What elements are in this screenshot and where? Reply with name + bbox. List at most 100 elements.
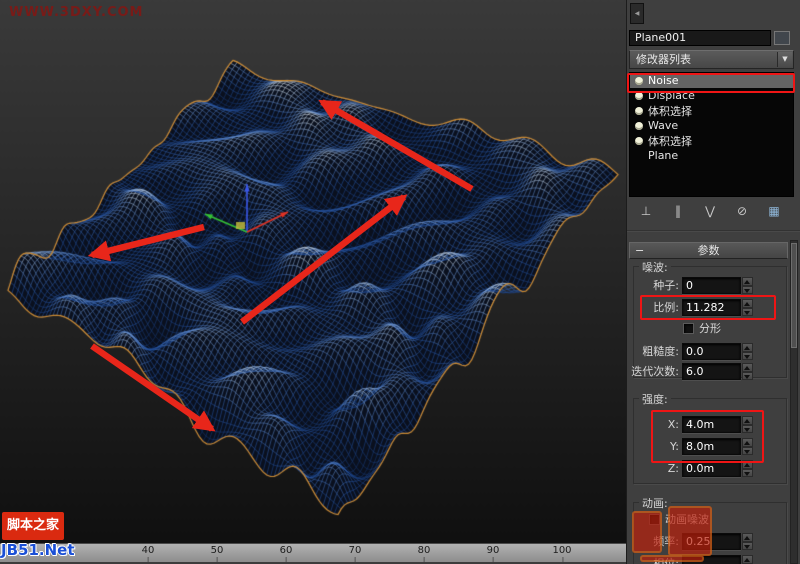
strength-group-label: 强度: [639, 391, 671, 407]
animate-noise-label: 动画噪波 [665, 513, 709, 526]
seed-label: 种子: [653, 279, 679, 292]
phase-input[interactable] [682, 555, 741, 564]
make-unique-icon: ⋁ [705, 204, 715, 218]
spinner-up-icon [742, 363, 753, 372]
strength-y-spinner[interactable] [742, 438, 753, 455]
pin-stack-button[interactable]: ⊥ [633, 201, 659, 221]
viewport-canvas[interactable] [0, 0, 626, 543]
modifier-row-wave[interactable]: Wave [630, 118, 793, 133]
app-window: WWW.3DXY.COM 40 50 60 70 80 90 100 ◀ Pla… [0, 0, 800, 564]
object-name-field[interactable]: Plane001 [629, 30, 771, 46]
jb51-logo-text: 脚本之家 [2, 512, 64, 540]
iterations-input[interactable]: 6.0 [682, 363, 741, 380]
spinner-up-icon [742, 343, 753, 352]
base-object-row-plane[interactable]: Plane [630, 148, 793, 163]
modifier-row-volselect-2[interactable]: 体积选择 [630, 133, 793, 148]
jb51-logo: 脚本之家 JB51.Net [0, 510, 90, 564]
timeline-tick: 60 [279, 545, 293, 562]
make-unique-button[interactable]: ⋁ [697, 201, 723, 221]
spinner-down-icon [742, 446, 753, 455]
fractal-checkbox[interactable] [683, 323, 694, 334]
panel-divider [627, 230, 800, 232]
spinner-up-icon [742, 277, 753, 286]
strength-x-input[interactable]: 4.0m [682, 416, 741, 433]
frequency-label: 频率: [653, 535, 679, 548]
parameters-rollout-header[interactable]: − 参数 [629, 242, 788, 259]
timeline-tick: 40 [141, 545, 155, 562]
frequency-spinner[interactable] [742, 533, 753, 550]
trash-icon: ⊘ [736, 204, 748, 218]
timeline-tick: 100 [552, 545, 572, 562]
scale-label: 比例: [653, 301, 679, 314]
seed-input[interactable]: 0 [682, 277, 741, 294]
timeline-ruler[interactable]: 40 50 60 70 80 90 100 [0, 543, 626, 562]
spinner-up-icon [742, 533, 753, 542]
bulb-icon[interactable] [635, 136, 643, 145]
spinner-down-icon [742, 541, 753, 550]
spinner-down-icon [742, 468, 753, 477]
strength-x-label: X: [667, 418, 679, 431]
frequency-input[interactable]: 0.25 [682, 533, 741, 550]
show-end-result-icon: ‖ [675, 204, 681, 218]
configure-modifier-sets-button[interactable]: ▦ [761, 201, 787, 221]
site-watermark: WWW.3DXY.COM [9, 5, 144, 20]
modifier-row-volselect-1[interactable]: 体积选择 [630, 103, 793, 118]
spinner-up-icon [742, 416, 753, 425]
remove-modifier-button[interactable]: ⊘ [729, 201, 755, 221]
timeline-tick: 90 [486, 545, 500, 562]
modifier-stack: Noise Displace 体积选择 Wave 体积选择 Plane [629, 72, 794, 197]
strength-z-label: Z: [667, 462, 679, 475]
roughness-label: 粗糙度: [642, 345, 679, 358]
bulb-icon[interactable] [635, 91, 643, 100]
panel-scrollbar-thumb[interactable] [791, 243, 797, 348]
seed-spinner[interactable] [742, 277, 753, 294]
viewport[interactable]: WWW.3DXY.COM [0, 0, 626, 543]
roughness-input[interactable]: 0.0 [682, 343, 741, 360]
scale-spinner[interactable] [742, 299, 753, 316]
strength-z-spinner[interactable] [742, 460, 753, 477]
iterations-spinner[interactable] [742, 363, 753, 380]
object-color-swatch[interactable] [774, 31, 790, 45]
timeline-tick: 50 [210, 545, 224, 562]
pin-icon: ⊥ [640, 204, 652, 218]
strength-x-spinner[interactable] [742, 416, 753, 433]
command-panel: ◀ Plane001 修改器列表 ▼ Noise Displace 体积选择 W… [626, 0, 800, 564]
modifier-row-noise[interactable]: Noise [630, 73, 793, 88]
bulb-icon[interactable] [635, 106, 643, 115]
show-end-result-button[interactable]: ‖ [665, 201, 691, 221]
configure-sets-icon: ▦ [768, 204, 780, 218]
fractal-label: 分形 [699, 322, 721, 335]
phase-spinner[interactable] [742, 555, 753, 564]
panel-scrollbar[interactable] [790, 240, 798, 564]
timeline-tick: 80 [417, 545, 431, 562]
noise-group-label: 噪波: [639, 259, 671, 275]
stack-toolbar: ⊥ ‖ ⋁ ⊘ ▦ [629, 199, 794, 223]
bulb-icon[interactable] [635, 76, 643, 85]
spinner-down-icon [742, 371, 753, 380]
iterations-label: 迭代次数: [631, 365, 679, 378]
spinner-up-icon [742, 555, 753, 564]
scale-input[interactable]: 11.282 [682, 299, 741, 316]
chevron-down-icon[interactable]: ▼ [777, 52, 792, 67]
modifier-list-dropdown[interactable]: 修改器列表 ▼ [629, 50, 794, 69]
animate-noise-checkbox[interactable] [649, 514, 660, 525]
timeline-tick: 70 [348, 545, 362, 562]
jb51-site-text: JB51.Net [1, 541, 75, 559]
panel-collapse-button[interactable]: ◀ [630, 3, 644, 24]
strength-y-input[interactable]: 8.0m [682, 438, 741, 455]
animation-group-label: 动画: [639, 495, 671, 511]
strength-z-input[interactable]: 0.0m [682, 460, 741, 477]
bulb-icon[interactable] [635, 121, 643, 130]
collapse-arrow-icon: ◀ [634, 10, 640, 17]
roughness-spinner[interactable] [742, 343, 753, 360]
spinner-up-icon [742, 460, 753, 469]
rollout-title: 参数 [697, 244, 720, 257]
spinner-down-icon [742, 285, 753, 294]
strength-y-label: Y: [670, 440, 679, 453]
spinner-down-icon [742, 307, 753, 316]
phase-label: 相位: [653, 557, 679, 564]
spinner-up-icon [742, 299, 753, 308]
collapse-icon: − [635, 244, 645, 257]
modifier-row-displace[interactable]: Displace [630, 88, 793, 103]
spinner-up-icon [742, 438, 753, 447]
